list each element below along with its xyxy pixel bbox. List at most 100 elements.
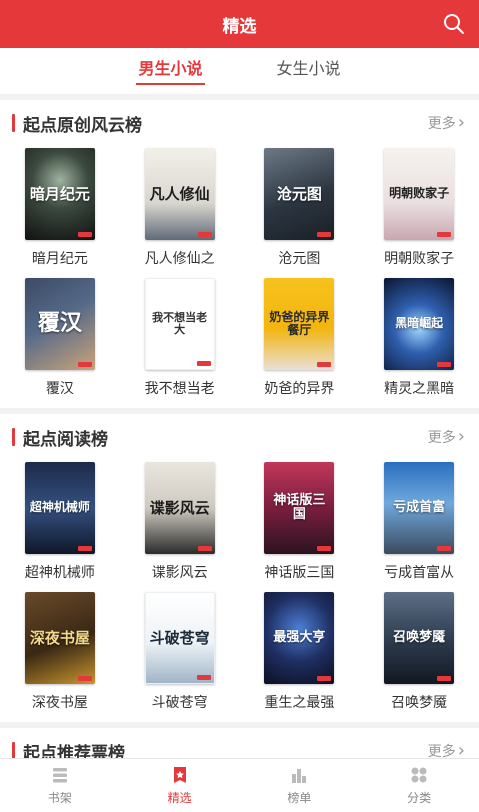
book-title: 重生之最强 [264,695,335,711]
cover-title: 暗月纪元 [29,184,90,203]
book-title: 超神机械师 [24,565,95,581]
content-scroll[interactable]: 起点原创风云榜 更多 › 暗月纪元 暗月纪元 凡人修仙 凡人修仙之 沧元图 沧元… [0,94,479,758]
more-link[interactable]: 更多 › [428,113,465,133]
book-title: 凡人修仙之 [144,251,215,267]
bottom-tab-bar: 书架 精选 榜单 分类 [0,758,479,812]
gender-tabs: 男生小说 女生小说 [0,48,479,94]
more-link[interactable]: 更多 › [427,740,465,759]
book-cover: 斗破苍穹 [144,592,215,684]
tab-label: 榜单 [287,791,312,805]
cover-title: 亏成首富 [393,499,446,515]
cover-title: 凡人修仙 [149,184,210,203]
book-item[interactable]: 谍影风云 谍影风云 [120,462,240,584]
book-item[interactable]: 超神机械师 超神机械师 [0,462,120,584]
ranking-section: 起点原创风云榜 更多 › 暗月纪元 暗月纪元 凡人修仙 凡人修仙之 沧元图 沧元… [0,100,479,408]
book-cover: 暗月纪元 [24,148,95,240]
book-item[interactable]: 黑暗崛起 精灵之黑暗 [359,278,479,400]
cover-title: 明朝败家子 [389,186,450,201]
tab-male-novels[interactable]: 男生小说 [136,48,205,94]
book-item[interactable]: 沧元图 沧元图 [240,148,360,270]
book-item[interactable]: 凡人修仙 凡人修仙之 [120,148,240,270]
book-item[interactable]: 奶爸的异界餐厅 奶爸的异界 [240,278,360,400]
book-item[interactable]: 召唤梦魇 召唤梦魇 [359,592,479,714]
chevron-right-icon: › [457,112,465,133]
cover-title: 斗破苍穹 [149,628,210,647]
book-title: 神话版三国 [264,565,335,581]
cover-title: 黑暗崛起 [395,316,444,331]
section-header: 起点原创风云榜 更多 › [0,100,479,146]
book-item[interactable]: 神话版三国 神话版三国 [240,462,360,584]
section-marker [12,742,15,758]
book-item[interactable]: 斗破苍穹 斗破苍穹 [120,592,240,714]
book-cover: 谍影风云 [144,462,215,554]
page-title: 精选 [222,16,257,37]
book-title: 覆汉 [45,381,74,397]
bookshelf-icon [52,768,67,783]
section-marker [12,114,15,132]
book-cover: 超神机械师 [24,462,95,554]
tab-female-novels[interactable]: 女生小说 [275,48,343,94]
book-grid: 超神机械师 超神机械师 谍影风云 谍影风云 神话版三国 神话版三国 亏成首富 亏… [0,460,479,714]
book-title: 精灵之黑暗 [384,381,455,397]
book-item[interactable]: 明朝败家子 明朝败家子 [359,148,479,270]
category-icon [411,767,427,783]
tab-label: 分类 [407,791,432,805]
section-marker [12,428,15,446]
book-cover: 覆汉 [24,278,95,370]
section-title: 起点原创风云榜 [12,111,142,136]
ranking-section: 起点推荐票榜 更多 › [0,728,479,758]
more-label: 更多 [427,744,456,758]
section-title: 起点推荐票榜 [12,739,125,759]
book-cover: 黑暗崛起 [384,278,455,370]
book-title: 亏成首富从 [384,565,455,581]
book-title: 深夜书屋 [31,695,88,711]
tab-bookshelf[interactable]: 书架 [0,759,120,812]
more-label: 更多 [427,116,456,132]
book-cover: 神话版三国 [264,462,335,554]
book-item[interactable]: 暗月纪元 暗月纪元 [0,148,120,270]
cover-title: 沧元图 [276,184,322,203]
chevron-right-icon: › [457,740,465,759]
book-cover: 最强大亨 [264,592,335,684]
book-cover: 凡人修仙 [144,148,215,240]
tab-category[interactable]: 分类 [359,759,479,812]
more-link[interactable]: 更多 › [428,427,465,447]
book-cover: 明朝败家子 [384,148,455,240]
ranking-icon [292,769,307,783]
tab-label: 书架 [47,791,72,805]
book-item[interactable]: 亏成首富 亏成首富从 [359,462,479,584]
book-title: 召唤梦魇 [391,695,448,711]
more-label: 更多 [427,430,456,446]
tab-ranking[interactable]: 榜单 [240,759,360,812]
cover-title: 奶爸的异界餐厅 [269,309,330,337]
book-cover: 奶爸的异界餐厅 [264,278,335,370]
book-title: 奶爸的异界 [264,381,335,397]
tab-label: 精选 [167,791,192,805]
ranking-section: 起点阅读榜 更多 › 超神机械师 超神机械师 谍影风云 谍影风云 神话版三国 神… [0,414,479,722]
book-title: 沧元图 [278,251,321,267]
section-title-text: 起点阅读榜 [23,429,108,450]
cover-title: 最强大亨 [273,629,326,645]
book-title: 暗月纪元 [31,251,88,267]
book-title: 我不想当老 [144,381,215,397]
book-cover: 召唤梦魇 [384,592,455,684]
cover-title: 深夜书屋 [29,628,90,647]
book-item[interactable]: 我不想当老大 我不想当老 [120,278,240,400]
section-header: 起点阅读榜 更多 › [0,414,479,460]
section-header: 起点推荐票榜 更多 › [0,728,479,758]
section-title-text: 起点推荐票榜 [23,743,125,759]
book-cover: 深夜书屋 [24,592,95,684]
cover-title: 我不想当老大 [152,310,208,336]
tab-featured[interactable]: 精选 [120,759,240,812]
cover-title: 神话版三国 [273,492,326,522]
book-cover: 沧元图 [264,148,335,240]
book-cover: 亏成首富 [384,462,455,554]
book-item[interactable]: 深夜书屋 深夜书屋 [0,592,120,714]
book-item[interactable]: 覆汉 覆汉 [0,278,120,400]
app-root: 精选 男生小说 女生小说 起点原创风云榜 更多 › 暗月纪元 暗月纪元 凡人修仙… [0,0,479,812]
book-item[interactable]: 最强大亨 重生之最强 [240,592,360,714]
featured-icon [173,767,186,783]
search-icon[interactable] [441,11,467,37]
book-grid: 暗月纪元 暗月纪元 凡人修仙 凡人修仙之 沧元图 沧元图 明朝败家子 明朝败家子… [0,146,479,400]
cover-title: 召唤梦魇 [393,629,446,645]
